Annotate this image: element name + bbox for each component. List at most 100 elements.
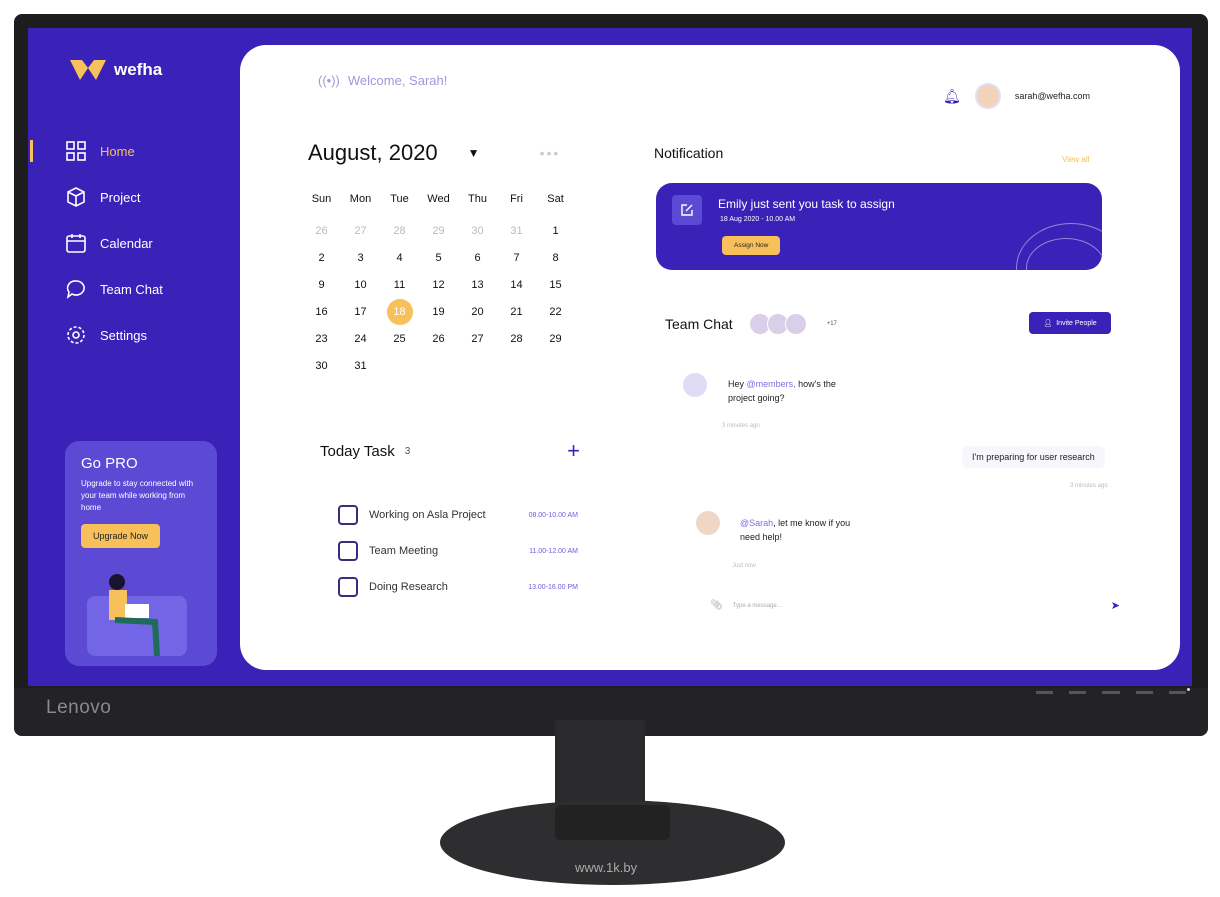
user-email: sarah@wefha.com: [1014, 91, 1090, 101]
paperclip-icon[interactable]: 📎︎: [710, 600, 723, 611]
calendar-day-other-month[interactable]: 29: [419, 222, 458, 240]
sidebar-item-team-chat[interactable]: Team Chat: [62, 266, 262, 312]
calendar-day-other-month[interactable]: 26: [302, 222, 341, 240]
task-item[interactable]: Doing Research 13.00-16.00 PM: [338, 569, 578, 605]
message-input[interactable]: Type a message...: [733, 603, 782, 609]
sidebar-item-home[interactable]: Home: [30, 128, 262, 174]
notification-message: Emily just sent you task to assign: [718, 197, 895, 211]
task-time: 13.00-16.00 PM: [528, 583, 578, 591]
calendar-day[interactable]: 5: [419, 249, 458, 267]
message-time: 3 minutes ago: [722, 423, 760, 429]
calendar-day-other-month[interactable]: 27: [341, 222, 380, 240]
calendar-day[interactable]: 3: [341, 249, 380, 267]
calendar-day[interactable]: 4: [380, 249, 419, 267]
today-task-header: Today Task 3 +: [320, 438, 580, 464]
task-list: Working on Asla Project 08.00-10.00 AM Te…: [338, 497, 578, 605]
calendar-day-other-month[interactable]: 28: [380, 222, 419, 240]
weekday-label: Tue: [390, 193, 409, 205]
sidebar-item-label: Project: [100, 189, 141, 205]
brand-logo: Lenovo: [46, 697, 112, 718]
message-composer[interactable]: 📎︎ Type a message... ➤: [710, 599, 1120, 612]
calendar-day[interactable]: 11: [380, 276, 419, 294]
member-avatars[interactable]: [748, 313, 807, 335]
upgrade-now-button[interactable]: Upgrade Now: [81, 524, 161, 548]
calendar-day[interactable]: 14: [497, 276, 536, 294]
calendar-day[interactable]: 19: [419, 303, 458, 321]
sidebar-item-label: Home: [100, 143, 135, 159]
avatar: [696, 511, 720, 535]
assign-now-button[interactable]: Assign Now: [722, 236, 781, 255]
user-menu[interactable]: 🔔︎ sarah@wefha.com: [943, 83, 1090, 109]
calendar-day[interactable]: 2: [302, 249, 341, 267]
sidebar-item-settings[interactable]: Settings: [62, 312, 262, 358]
bell-icon[interactable]: 🔔︎: [943, 88, 961, 105]
calendar-day[interactable]: 22: [536, 303, 575, 321]
sidebar-item-label: Settings: [100, 327, 147, 343]
calendar-day[interactable]: 23: [302, 330, 341, 348]
calendar-day[interactable]: 17: [341, 303, 380, 321]
calendar-day[interactable]: 16: [302, 303, 341, 321]
calendar-day[interactable]: 10: [341, 276, 380, 294]
message-time: 3 minutes ago: [1070, 483, 1108, 489]
task-checkbox[interactable]: [338, 577, 358, 597]
month-selector[interactable]: August, 2020 ▼ •••: [308, 140, 560, 166]
calendar-day[interactable]: 30: [302, 357, 341, 375]
calendar-day[interactable]: 13: [458, 276, 497, 294]
sidebar-item-label: Calendar: [100, 235, 153, 251]
calendar-day-selected[interactable]: 18: [380, 299, 419, 325]
task-label: Doing Research: [369, 581, 448, 593]
task-item[interactable]: Working on Asla Project 08.00-10.00 AM: [338, 497, 578, 533]
task-time: 11.00-12.00 AM: [529, 547, 578, 555]
avatar: [683, 373, 707, 397]
calendar-day[interactable]: 31: [341, 357, 380, 375]
calendar-day[interactable]: 27: [458, 330, 497, 348]
calendar-day[interactable]: 29: [536, 330, 575, 348]
chat-icon: [66, 280, 85, 299]
calendar-day[interactable]: 25: [380, 330, 419, 348]
task-label: Working on Asla Project: [369, 509, 486, 521]
person-on-sofa-illustration: [87, 574, 187, 657]
calendar-day[interactable]: 1: [536, 222, 575, 240]
calendar-day[interactable]: 20: [458, 303, 497, 321]
add-task-button[interactable]: +: [567, 438, 580, 464]
calendar-day[interactable]: 15: [536, 276, 575, 294]
calendar-day[interactable]: 21: [497, 303, 536, 321]
calendar-day[interactable]: 24: [341, 330, 380, 348]
monitor-buttons[interactable]: [1036, 688, 1187, 696]
calendar-day[interactable]: 8: [536, 249, 575, 267]
task-checkbox[interactable]: [338, 505, 358, 525]
weekday-label: Sun: [311, 193, 332, 205]
calendar-day[interactable]: 28: [497, 330, 536, 348]
watermark: www.1k.by: [575, 860, 638, 875]
weekday-label: Wed: [427, 193, 450, 205]
message-time: Just now: [732, 563, 756, 569]
calendar-day[interactable]: 26: [419, 330, 458, 348]
calendar-day-other-month[interactable]: 31: [497, 222, 536, 240]
calendar-day[interactable]: 7: [497, 249, 536, 267]
sidebar-item-calendar[interactable]: Calendar: [62, 220, 262, 266]
view-all-link[interactable]: View all: [1062, 155, 1089, 164]
app-logo[interactable]: wefha: [70, 58, 162, 82]
calendar-day[interactable]: 12: [419, 276, 458, 294]
task-checkbox[interactable]: [338, 541, 358, 561]
go-pro-card: Go PRO Upgrade to stay connected with yo…: [65, 441, 217, 666]
chat-message-own: I'm preparing for user research: [962, 446, 1105, 468]
month-label: August, 2020: [308, 140, 438, 165]
invite-label: Invite People: [1056, 319, 1097, 327]
send-icon[interactable]: ➤: [1111, 599, 1120, 612]
weekday-label: Fri: [510, 193, 523, 205]
calendar-day-other-month[interactable]: 30: [458, 222, 497, 240]
invite-people-button[interactable]: 👤︎ Invite People: [1029, 312, 1111, 334]
more-icon[interactable]: •••: [540, 145, 561, 161]
calendar-day[interactable]: 9: [302, 276, 341, 294]
app-name: wefha: [114, 60, 163, 79]
caret-down-icon[interactable]: ▼: [468, 146, 480, 160]
sidebar-item-project[interactable]: Project: [62, 174, 262, 220]
weekday-label: Mon: [349, 193, 372, 205]
avatar[interactable]: [974, 83, 1001, 109]
calendar-day[interactable]: 6: [458, 249, 497, 267]
edit-icon: [672, 195, 702, 225]
team-chat-title: Team Chat: [665, 316, 733, 332]
sidebar-nav: Home Project Calendar Team Chat Settings: [30, 128, 262, 358]
task-item[interactable]: Team Meeting 11.00-12.00 AM: [338, 533, 578, 569]
